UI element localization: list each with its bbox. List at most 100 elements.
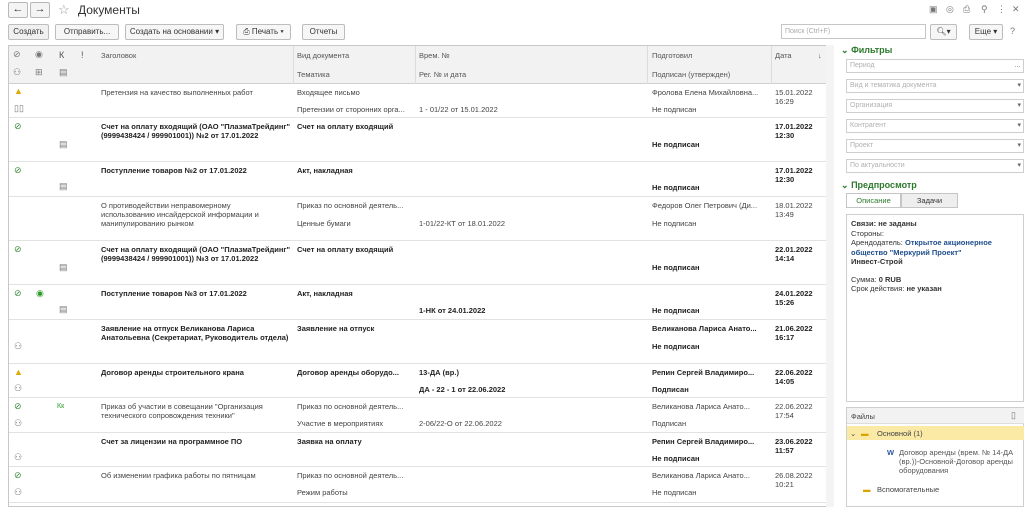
- row-reg-number: ДА - 22 - 1 от 22.06.2022: [419, 385, 506, 394]
- table-row[interactable]: О противодействии неправомерному использ…: [9, 197, 833, 241]
- contact-icon: ⚇: [14, 341, 23, 351]
- row-temp-number: 13-ДА (вр.): [419, 368, 459, 377]
- contact-icon: ⚇: [14, 487, 23, 497]
- column-reg-number[interactable]: Рег. № и дата: [419, 70, 466, 79]
- table-row[interactable]: ⊘ ▤ Счет на оплату входящий (ОАО "Плазма…: [9, 118, 833, 162]
- tab-description[interactable]: Описание: [846, 193, 901, 208]
- column-signed[interactable]: Подписан (утвержден): [652, 70, 730, 79]
- column-date[interactable]: Дата: [775, 51, 792, 60]
- row-signed: Не подписан: [652, 219, 697, 228]
- chevron-down-icon[interactable]: ▾: [1017, 140, 1021, 152]
- links-text[interactable]: Связи: не заданы: [851, 219, 1019, 229]
- print-button[interactable]: ⎙ Печать ▾: [236, 24, 291, 40]
- sum-row: Сумма: 0 RUB: [851, 275, 1019, 285]
- filter-relevance[interactable]: По актуальности ▾: [846, 159, 1024, 173]
- menu-icon[interactable]: ⋮: [997, 4, 1006, 15]
- table-row[interactable]: ▲ ▯▯ Претензия на качество выполненных р…: [9, 84, 833, 118]
- task-icon: ▤: [59, 181, 68, 191]
- row-title: Приказ об участии в совещании "Организац…: [101, 402, 263, 420]
- row-doc-type: Счет на оплату входящий: [297, 245, 394, 254]
- column-topic[interactable]: Тематика: [297, 70, 330, 79]
- row-signed: Не подписан: [652, 183, 700, 192]
- chevron-down-icon[interactable]: ▾: [1017, 100, 1021, 112]
- row-title: Поступление товаров №2 от 17.01.2022: [101, 166, 247, 175]
- reports-button[interactable]: Отчеты: [302, 24, 345, 40]
- word-file-icon: W: [887, 448, 895, 457]
- create-based-label: Создать на основании: [129, 27, 213, 36]
- chevron-down-icon[interactable]: ▾: [1017, 120, 1021, 132]
- column-prepared[interactable]: Подготовил: [652, 51, 692, 60]
- sort-desc-icon[interactable]: ↓: [818, 51, 822, 60]
- row-time: 17:54: [775, 411, 794, 420]
- filter-period[interactable]: Период …: [846, 59, 1024, 73]
- lessee-link[interactable]: Инвест-Строй: [851, 257, 1019, 267]
- filter-organization[interactable]: Организация ▾: [846, 99, 1024, 113]
- folder-main-row[interactable]: ⌄ ▬ Основной (1): [847, 426, 1024, 440]
- table-row[interactable]: ⊘ ◉ ▤ Поступление товаров №3 от 17.01.20…: [9, 285, 833, 320]
- row-signed: Подписан: [652, 385, 689, 394]
- row-time: 11:57: [775, 446, 794, 455]
- calendar-icon[interactable]: …: [1014, 60, 1021, 72]
- sum-label: Сумма:: [851, 274, 877, 284]
- filter-project[interactable]: Проект ▾: [846, 139, 1024, 153]
- column-doc-type[interactable]: Вид документа: [297, 51, 349, 60]
- row-time: 12:30: [775, 175, 795, 184]
- files-title: Файлы: [851, 412, 875, 421]
- help-icon[interactable]: ?: [1010, 26, 1015, 36]
- favorite-star-icon[interactable]: ☆: [58, 2, 70, 18]
- row-date: 22.06.2022: [775, 368, 813, 377]
- close-icon[interactable]: ✕: [1012, 4, 1020, 15]
- row-prepared: Фролова Елена Михайловна...: [652, 88, 759, 97]
- filter-period-label: Период: [850, 62, 875, 69]
- row-reg-number: 1-01/22-КТ от 18.01.2022: [419, 219, 506, 228]
- more-button[interactable]: Еще ▾: [969, 24, 1003, 40]
- table-row[interactable]: ⊘ Кк ⚇ Приказ об участии в совещании "Ор…: [9, 398, 833, 433]
- column-title[interactable]: Заголовок: [101, 51, 136, 60]
- tab-tasks[interactable]: Задачи: [901, 193, 958, 208]
- save-icon[interactable]: ▣: [929, 4, 938, 15]
- row-title: Претензия на качество выполненных работ: [101, 88, 253, 97]
- history-icon[interactable]: ◎: [946, 4, 954, 15]
- table-row[interactable]: ⊘ ⚇ Об изменении графика работы по пятни…: [9, 467, 833, 503]
- row-doc-type: Приказ по основной деятель...: [297, 471, 404, 480]
- back-button[interactable]: ←: [8, 2, 28, 18]
- task-column-icon: ▤: [59, 67, 68, 77]
- row-topic: Ценные бумаги: [297, 219, 351, 228]
- filter-doc-type[interactable]: Вид и тематика документа ▾: [846, 79, 1024, 93]
- preview-header[interactable]: ⌄ Предпросмотр: [841, 180, 917, 191]
- add-file-icon[interactable]: ▯: [1011, 411, 1016, 420]
- link-icon[interactable]: ⚲: [981, 4, 988, 15]
- create-button[interactable]: Создать: [8, 24, 49, 40]
- table-row[interactable]: ⚇ Заявление на отпуск Великанова Лариса …: [9, 320, 833, 364]
- filter-contractor[interactable]: Контрагент ▾: [846, 119, 1024, 133]
- row-doc-type: Приказ по основной деятель...: [297, 402, 404, 411]
- filters-header[interactable]: ⌄ Фильтры: [841, 45, 892, 56]
- chevron-down-icon[interactable]: ▾: [1017, 80, 1021, 92]
- column-important: !: [81, 50, 84, 60]
- folder-aux-label[interactable]: Вспомогательные: [877, 485, 939, 494]
- back-arrow-icon: ←: [12, 3, 24, 15]
- send-button[interactable]: Отправить...: [55, 24, 119, 40]
- column-temp-number[interactable]: Врем. №: [419, 51, 450, 60]
- row-date: 23.06.2022: [775, 437, 813, 446]
- file-item[interactable]: Договор аренды (врем. № 14-ДА (вр.))-Осн…: [899, 448, 1023, 475]
- row-doc-type: Счет на оплату входящий: [297, 122, 394, 131]
- attachment-icon: ⊘: [14, 121, 22, 131]
- create-based-button[interactable]: Создать на основании ▾: [125, 24, 224, 40]
- chevron-down-icon[interactable]: ▾: [1017, 160, 1021, 172]
- table-row[interactable]: ⊘ ▤ Поступление товаров №2 от 17.01.2022…: [9, 162, 833, 197]
- row-date: 24.01.2022: [775, 289, 813, 298]
- contact-icon: ⚇: [14, 452, 23, 462]
- table-row[interactable]: ⚇ Счет за лицензии на программное ПО Зая…: [9, 433, 833, 467]
- table-row[interactable]: ⊘ ▤ Счет на оплату входящий (ОАО "Плазма…: [9, 241, 833, 285]
- search-options-button[interactable]: 🔍︎▾: [930, 24, 957, 40]
- row-doc-type: Заявление на отпуск: [297, 324, 375, 333]
- row-title: Поступление товаров №3 от 17.01.2022: [101, 289, 247, 298]
- row-date: 22.01.2022: [775, 245, 813, 254]
- search-input[interactable]: Поиск (Ctrl+F): [781, 24, 926, 39]
- table-scrollbar[interactable]: [826, 45, 834, 507]
- filter-relevance-label: По актуальности: [850, 162, 905, 169]
- forward-button[interactable]: →: [30, 2, 50, 18]
- table-row[interactable]: ▲ ⚇ Договор аренды строительного крана Д…: [9, 364, 833, 398]
- print-icon[interactable]: ⎙: [963, 4, 970, 15]
